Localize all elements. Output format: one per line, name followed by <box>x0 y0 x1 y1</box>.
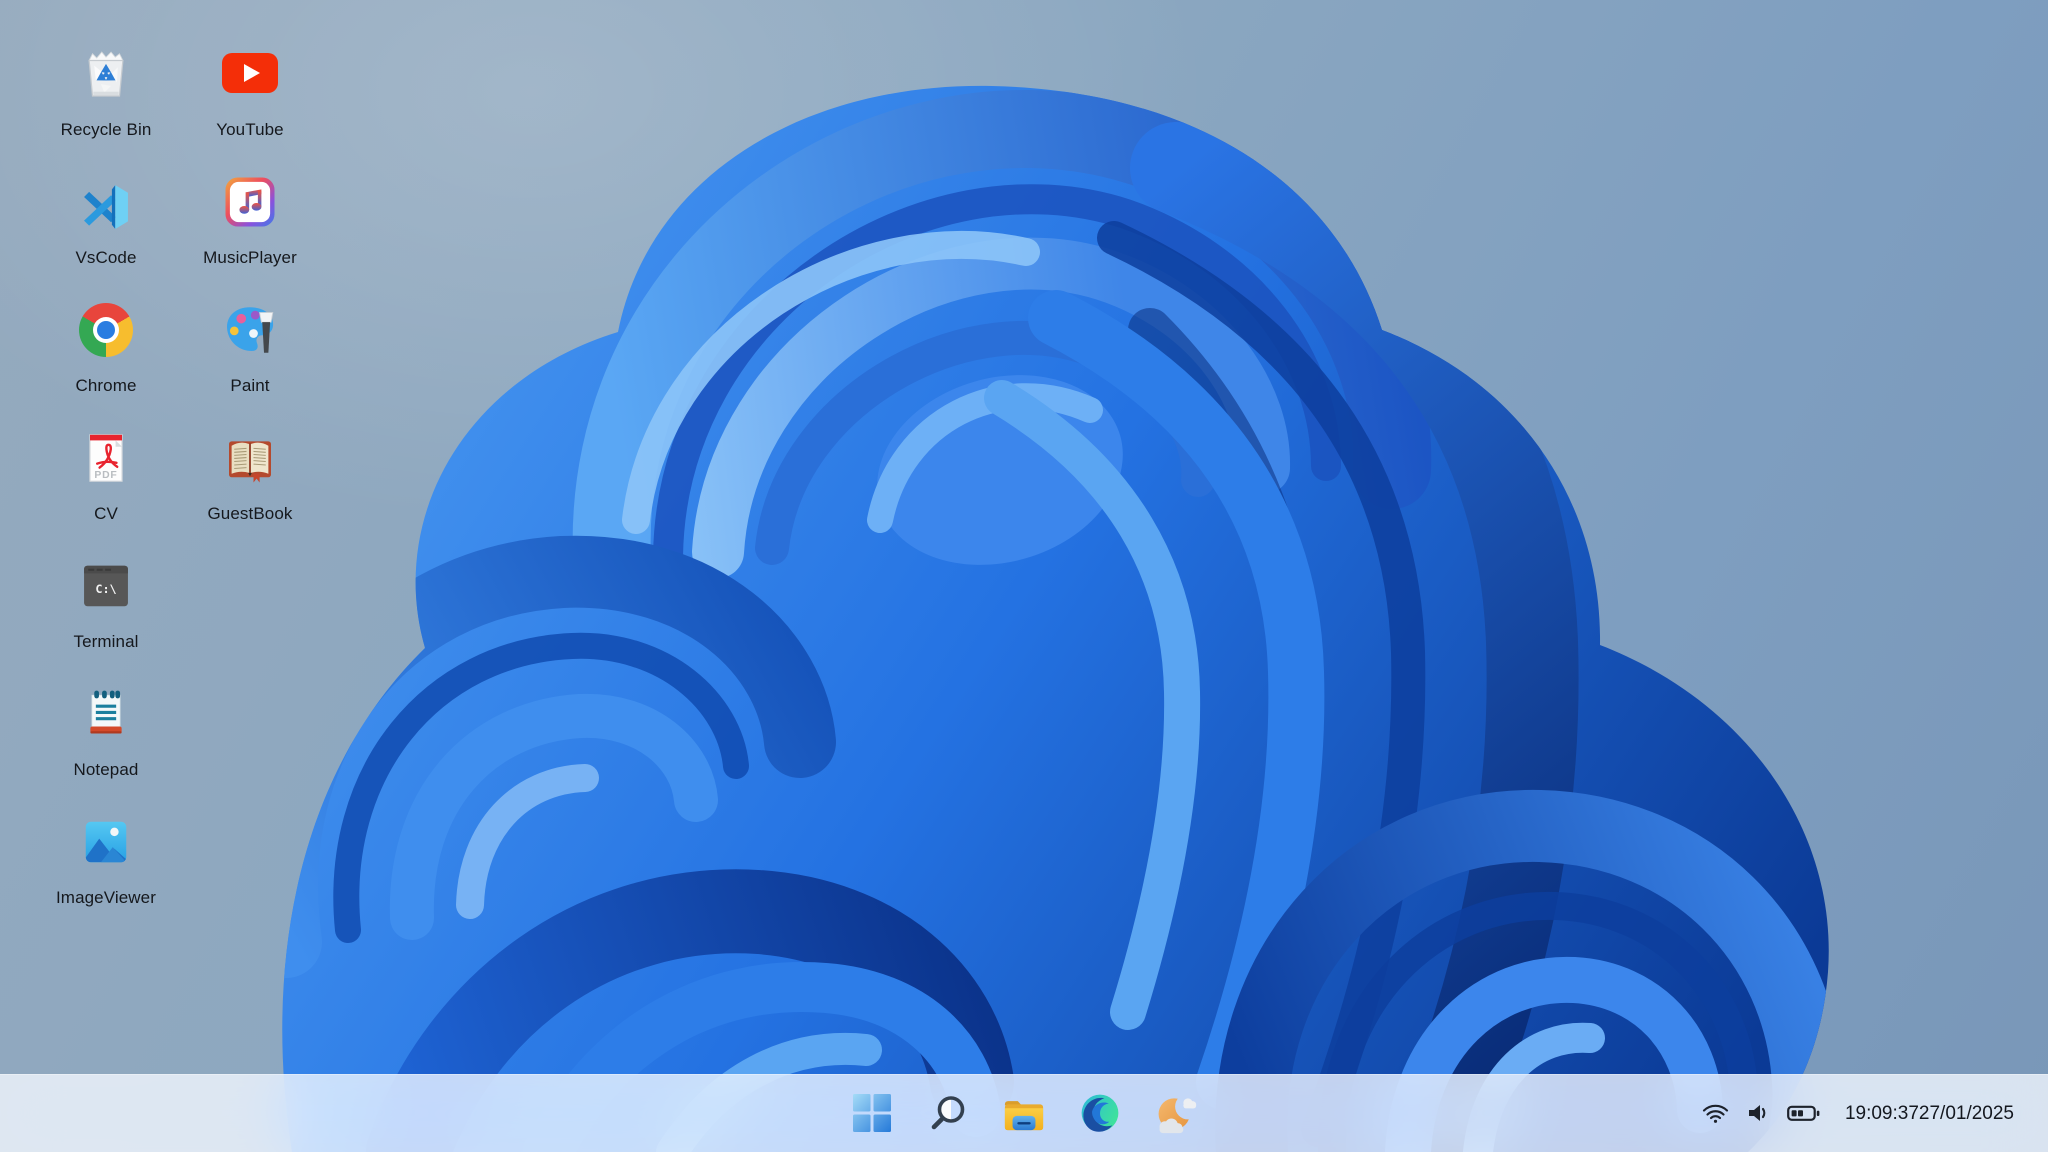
desktop-icon-guestbook[interactable]: GuestBook <box>178 412 322 540</box>
desktop-icon-label: Terminal <box>73 632 139 651</box>
pdf-document-icon: PDF <box>78 430 134 486</box>
start-icon <box>853 1094 891 1132</box>
battery-button[interactable] <box>1787 1105 1820 1122</box>
taskbar-center-icons <box>849 1074 1199 1152</box>
desktop-icon-label: VsCode <box>75 248 137 267</box>
music-player-icon <box>222 174 278 230</box>
desktop-icon-label: Recycle Bin <box>60 120 152 139</box>
volume-icon <box>1748 1105 1766 1121</box>
desktop-icon-label: Notepad <box>73 760 139 779</box>
wifi-button[interactable] <box>1702 1103 1729 1124</box>
clock-date: 27/01/2025 <box>1918 1102 2014 1124</box>
desktop-icon-music-player[interactable]: MusicPlayer <box>178 156 322 284</box>
svg-text:PDF: PDF <box>94 470 117 481</box>
desktop-icon-label: CV <box>94 504 118 523</box>
desktop-icon-label: YouTube <box>216 120 284 139</box>
taskbar: 19:09:37 27/01/2025 <box>0 1074 2048 1152</box>
youtube-icon <box>222 46 278 102</box>
image-viewer-icon <box>78 814 134 870</box>
file-explorer-button[interactable] <box>1001 1090 1047 1136</box>
clock[interactable]: 19:09:37 27/01/2025 <box>1845 1101 2014 1126</box>
desktop-icon-recycle-bin[interactable]: Recycle Bin <box>34 28 178 156</box>
desktop-icon-terminal[interactable]: C:\ Terminal <box>34 540 178 668</box>
desktop-icon-youtube[interactable]: YouTube <box>178 28 322 156</box>
clock-time: 19:09:37 <box>1844 1102 1919 1124</box>
desktop-icon-label: Paint <box>230 376 270 395</box>
volume-button[interactable] <box>1746 1102 1770 1124</box>
guestbook-icon <box>222 430 278 486</box>
search-button[interactable] <box>925 1090 971 1136</box>
desktop-icon-chrome[interactable]: Chrome <box>34 284 178 412</box>
start-button[interactable] <box>849 1090 895 1136</box>
desktop-icon-cv[interactable]: PDF CV <box>34 412 178 540</box>
weather-moon-button[interactable] <box>1153 1090 1199 1136</box>
battery-icon <box>1787 1105 1820 1121</box>
desktop-icon-label: GuestBook <box>207 504 293 523</box>
terminal-icon: C:\ <box>78 558 134 614</box>
vscode-icon <box>78 174 134 230</box>
wifi-icon <box>1702 1104 1729 1123</box>
chrome-icon <box>78 302 134 358</box>
desktop-icon-label: ImageViewer <box>55 888 156 907</box>
desktop-icon-image-viewer[interactable]: ImageViewer <box>34 796 178 924</box>
desktop-icon-label: MusicPlayer <box>203 248 297 267</box>
recycle-bin-icon <box>78 46 134 102</box>
desktop-icon-paint[interactable]: Paint <box>178 284 322 412</box>
svg-text:C:\: C:\ <box>95 582 116 596</box>
desktop-icon-notepad[interactable]: Notepad <box>34 668 178 796</box>
weather-moon-icon <box>1158 1098 1197 1134</box>
system-tray: 19:09:37 27/01/2025 <box>1702 1074 2048 1152</box>
search-icon <box>931 1096 965 1130</box>
edge-browser-icon <box>1081 1094 1119 1132</box>
edge-browser-button[interactable] <box>1077 1090 1123 1136</box>
paint-icon <box>222 302 278 358</box>
file-explorer-icon <box>1004 1101 1044 1131</box>
desktop-icon-label: Chrome <box>75 376 137 395</box>
notepad-icon <box>78 686 134 742</box>
desktop: Recycle Bin YouTube VsCode MusicPlayer C… <box>0 0 2048 1152</box>
desktop-icon-vscode[interactable]: VsCode <box>34 156 178 284</box>
desktop-icon-grid: Recycle Bin YouTube VsCode MusicPlayer C… <box>34 28 322 924</box>
